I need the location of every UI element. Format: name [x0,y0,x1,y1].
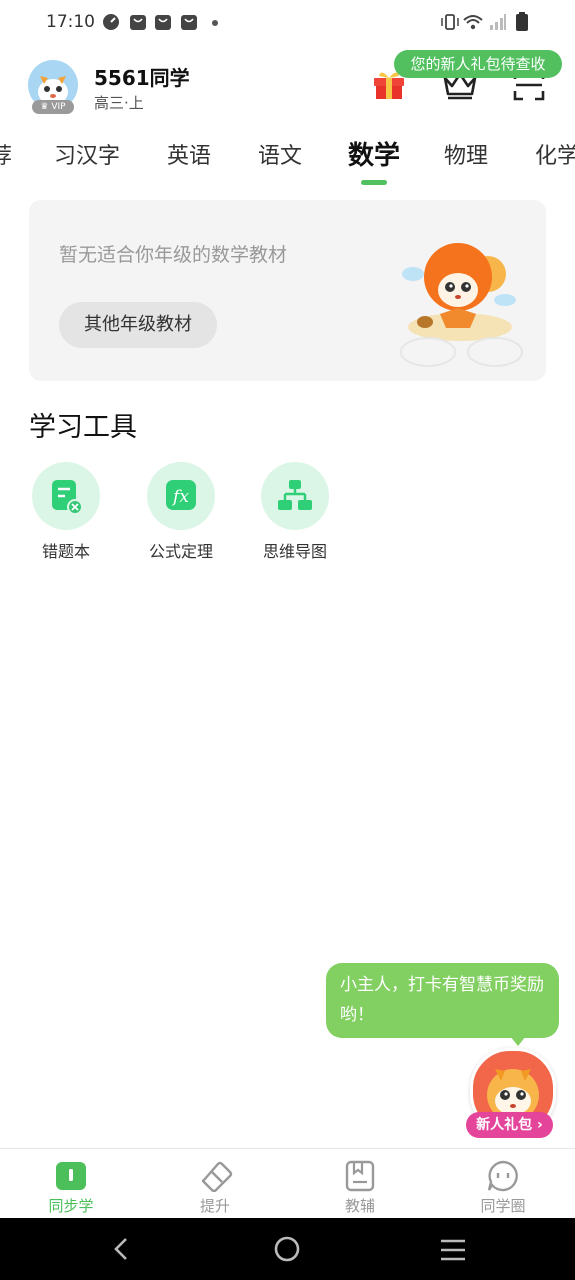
learning-tools-title: 学习工具 [29,412,137,443]
tab-chemistry[interactable]: 化学 [535,138,575,170]
shopping-bag-icon [130,15,146,30]
svg-text:fx: fx [171,487,189,507]
crown-small-icon: ♛ [40,102,52,112]
tab-chinese-characters[interactable]: 习汉字 [54,138,120,170]
newbie-gift-label: 新人礼包 [476,1117,533,1133]
shopping-bag-icon [181,15,197,30]
formula-label: 公式定理 [148,542,213,561]
tab-chinese[interactable]: 语文 [258,138,302,170]
gift-tooltip[interactable]: 您的新人礼包待查收 [394,50,562,78]
nav-tutoring[interactable]: 教辅 [310,1195,410,1216]
nav-classmates[interactable]: 同学圈 [453,1195,553,1216]
tab-english[interactable]: 英语 [167,138,211,170]
vip-badge: ♛ VIP [32,100,74,114]
mind-map-tool[interactable] [261,462,329,530]
recents-icon[interactable] [439,1238,467,1262]
user-grade[interactable]: 高三·上 [94,92,144,113]
signal-icon [490,14,506,30]
vip-label: VIP [51,102,66,112]
tab-physics[interactable]: 物理 [444,138,488,170]
status-time: 17:10 [46,12,95,32]
shopping-bag-icon [155,15,171,30]
mistake-book-tool[interactable] [32,462,100,530]
chevron-right-icon: › [532,1117,543,1133]
nav-improve[interactable]: 提升 [165,1195,265,1216]
book-icon[interactable] [55,1161,87,1191]
bubble-tail [510,1036,526,1046]
squirrel-mascot-illustration [400,243,523,367]
nav-sync-learn[interactable]: 同步学 [21,1195,121,1216]
eraser-icon[interactable] [200,1160,234,1192]
battery-icon [516,12,528,31]
tab-recommend[interactable]: 荐 [0,138,12,170]
chat-face-icon[interactable] [487,1160,519,1192]
mistake-book-label: 错题本 [41,542,90,561]
notification-dot-icon [212,20,218,26]
no-textbook-message: 暂无适合你年级的数学教材 [59,244,288,266]
home-icon[interactable] [273,1235,301,1263]
tab-indicator [361,180,387,185]
formula-icon: fx [166,480,196,510]
other-grade-textbook-button[interactable]: 其他年级教材 [59,302,217,348]
checkin-text: 小主人，打卡有智慧币奖励哟！ [340,975,544,1025]
speedometer-icon [103,14,119,30]
mind-map-icon [278,480,312,510]
formula-tool[interactable]: fx [147,462,215,530]
mistake-book-icon [52,480,83,515]
user-name[interactable]: 5561同学 [94,62,190,91]
tab-math[interactable]: 数学 [348,135,400,172]
workbook-icon[interactable] [344,1160,376,1192]
back-icon[interactable] [110,1236,134,1262]
mind-map-label: 思维导图 [262,542,327,561]
wifi-icon [463,15,483,30]
newbie-gift-button[interactable]: 新人礼包 › [466,1112,553,1138]
vibrate-icon [441,14,459,30]
